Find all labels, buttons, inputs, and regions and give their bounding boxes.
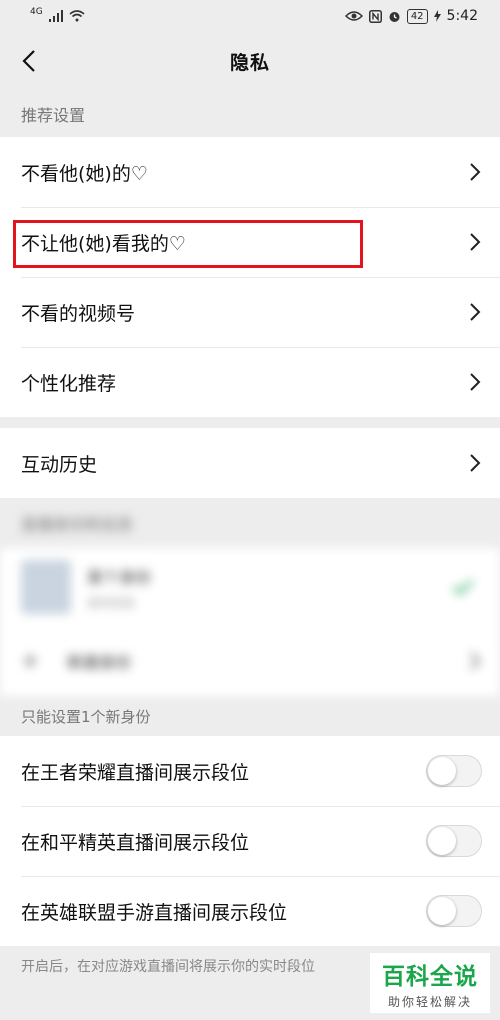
section-header-recommend: 推荐设置 xyxy=(21,105,86,125)
chevron-right-icon xyxy=(470,454,481,472)
row-personalized-recommendation[interactable]: 个性化推荐 xyxy=(0,347,500,417)
row-label: 在和平精英直播间展示段位 xyxy=(21,831,250,854)
footnote: 开启后，在对应游戏直播间将展示你的实时段位 xyxy=(21,959,315,975)
signal-icon xyxy=(48,10,63,22)
chevron-left-icon xyxy=(22,50,35,72)
plus-icon: + xyxy=(21,648,40,674)
eye-icon xyxy=(344,11,363,21)
chevron-right-icon xyxy=(470,652,481,670)
row-label: 不看的视频号 xyxy=(21,302,136,325)
row-label: 不看他(她)的♡ xyxy=(21,162,148,185)
toggle-knob xyxy=(428,757,456,785)
status-left: 4G xyxy=(30,7,85,22)
identity-name: 某个身份 xyxy=(87,567,152,587)
rank-group: 在王者荣耀直播间展示段位 在和平精英直播间展示段位 在英雄联盟手游直播间展示段位 xyxy=(0,736,500,946)
row-hide-my-moments[interactable]: 不让他(她)看我的♡ xyxy=(0,207,500,277)
back-button[interactable] xyxy=(12,44,46,78)
row-hide-their-moments[interactable]: 不看他(她)的♡ xyxy=(0,137,500,207)
toggle-knob xyxy=(428,827,456,855)
row-label: 在英雄联盟手游直播间展示段位 xyxy=(21,901,288,924)
wifi-icon xyxy=(69,10,85,22)
chevron-right-icon xyxy=(470,303,481,321)
interaction-group: 互动历史 xyxy=(0,428,500,498)
alarm-icon xyxy=(389,11,400,22)
watermark-logo: 百科全说 助你轻松解决 xyxy=(370,953,490,1013)
toggle-rank-heping[interactable] xyxy=(426,825,482,857)
toggle-rank-lol[interactable] xyxy=(426,895,482,927)
section-header-blurred: 直播身份和信息 xyxy=(21,515,134,534)
nfc-icon xyxy=(368,9,382,23)
recommend-group: 不看他(她)的♡ 不让他(她)看我的♡ 不看的视频号 个性化推荐 xyxy=(0,137,500,417)
row-hidden-channels[interactable]: 不看的视频号 xyxy=(0,277,500,347)
section-header-identity: 只能设置1个新身份 xyxy=(21,707,151,726)
clock: 5:42 xyxy=(446,8,478,24)
watermark-main: 百科全说 xyxy=(382,963,478,990)
row-rank-wangzhe: 在王者荣耀直播间展示段位 xyxy=(0,736,500,806)
charging-icon xyxy=(433,10,441,22)
status-right: 42 5:42 xyxy=(344,8,478,24)
toggle-knob xyxy=(428,897,456,925)
identity-sub: 身份信息 xyxy=(87,595,136,610)
row-label: 在王者荣耀直播间展示段位 xyxy=(21,761,250,784)
network-type: 4G xyxy=(30,7,43,17)
chevron-right-icon xyxy=(470,373,481,391)
battery-indicator: 42 xyxy=(406,8,428,24)
toggle-rank-wangzhe[interactable] xyxy=(426,755,482,787)
status-bar: 4G 42 5:42 xyxy=(0,0,500,32)
create-identity-label: 新建身份 xyxy=(67,653,132,672)
row-interaction-history[interactable]: 互动历史 xyxy=(0,428,500,498)
create-identity-row[interactable]: + 新建身份 xyxy=(0,626,500,696)
chevron-right-icon xyxy=(470,233,481,251)
identity-row[interactable]: 某个身份 身份信息 xyxy=(0,548,500,626)
row-rank-lol: 在英雄联盟手游直播间展示段位 xyxy=(0,876,500,946)
row-label: 不让他(她)看我的♡ xyxy=(21,232,186,255)
watermark-sub: 助你轻松解决 xyxy=(387,994,472,1009)
page-title: 隐私 xyxy=(229,51,270,74)
identity-group-blurred: 某个身份 身份信息 + 新建身份 xyxy=(0,548,500,696)
row-label: 个性化推荐 xyxy=(21,372,117,395)
row-rank-heping: 在和平精英直播间展示段位 xyxy=(0,806,500,876)
nav-bar: 隐私 xyxy=(0,32,500,90)
row-label: 互动历史 xyxy=(21,453,98,476)
chevron-right-icon xyxy=(470,163,481,181)
avatar xyxy=(21,560,71,614)
check-icon xyxy=(452,579,474,596)
